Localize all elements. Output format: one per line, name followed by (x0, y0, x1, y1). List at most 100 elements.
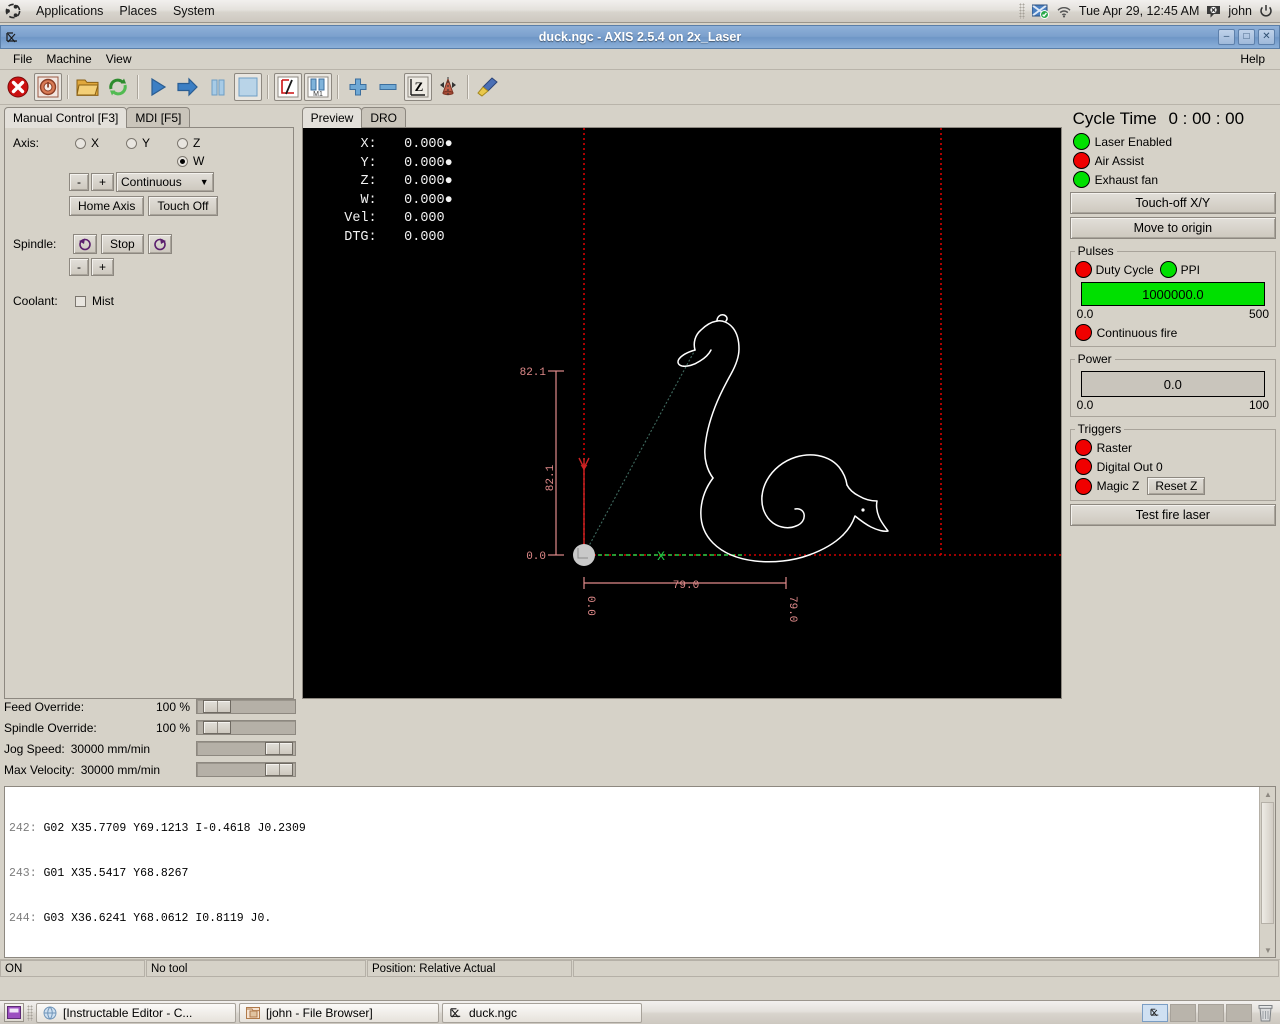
tab-preview[interactable]: Preview (301, 107, 363, 128)
feed-override-thumb[interactable] (203, 700, 231, 713)
spindle-minus-button[interactable]: - (69, 258, 89, 276)
pause-program-button[interactable] (204, 73, 232, 101)
machine-power-button[interactable] (34, 73, 62, 101)
wifi-icon[interactable] (1056, 5, 1072, 18)
gcode-line[interactable]: 242: G02 X35.7709 Y69.1213 I-0.4618 J0.2… (9, 821, 1259, 836)
spindle-stop-button[interactable]: Stop (101, 234, 144, 254)
menu-places[interactable]: Places (111, 2, 165, 20)
top-view-button[interactable]: Z (404, 73, 432, 101)
minimize-button[interactable]: – (1218, 29, 1235, 45)
open-file-button[interactable] (74, 73, 102, 101)
menu-file[interactable]: File (6, 50, 39, 68)
power-bar[interactable]: 0.0 (1080, 371, 1265, 397)
zoom-out-button[interactable] (374, 73, 402, 101)
panel-drag-handle[interactable] (1018, 3, 1025, 19)
workspace-4[interactable] (1226, 1003, 1252, 1022)
gcode-line[interactable]: 243: G01 X35.5417 Y68.8267 (9, 866, 1259, 881)
menu-system[interactable]: System (165, 2, 223, 20)
homed-icon-w: ● (444, 192, 453, 208)
task-file-browser[interactable]: [john - File Browser] (239, 1002, 439, 1023)
toggle-skip-lines-button[interactable] (274, 73, 302, 101)
radio-x-icon[interactable] (75, 137, 86, 149)
axis-radio-x[interactable]: X (75, 136, 126, 150)
menu-help[interactable]: Help (1233, 50, 1272, 68)
gcode-preview-canvas[interactable]: 82.1 0.0 82.1 Y X 79.0 0.0 79.0 X: 0.000… (301, 127, 1062, 699)
spindle-override-track[interactable] (196, 720, 296, 735)
jog-speed-thumb[interactable] (265, 742, 293, 755)
zoom-in-button[interactable] (344, 73, 372, 101)
max-velocity-track[interactable] (196, 762, 296, 777)
move-to-origin-button[interactable]: Move to origin (1069, 217, 1276, 239)
task-duck-ngc[interactable]: duck.ngc (442, 1002, 642, 1023)
taskbar-drag-handle[interactable] (27, 1004, 33, 1021)
gcode-listing[interactable]: 242: G02 X35.7709 Y69.1213 I-0.4618 J0.2… (4, 786, 1276, 958)
mist-checkbox[interactable] (75, 295, 86, 307)
window-titlebar[interactable]: duck.ngc - AXIS 2.5.4 on 2x_Laser – □ ✕ (0, 25, 1280, 49)
clock[interactable]: Tue Apr 29, 12:45 AM (1079, 4, 1199, 18)
workspace-2[interactable] (1170, 1003, 1196, 1022)
jog-plus-button[interactable]: + (91, 173, 115, 191)
spindle-ccw-button[interactable] (73, 234, 97, 254)
workspace-1[interactable] (1142, 1003, 1168, 1022)
pulses-bar[interactable]: 1000000.0 (1080, 282, 1265, 306)
user-status-icon[interactable] (1206, 4, 1221, 19)
axis-radio-y[interactable]: Y (126, 136, 177, 150)
tab-mdi[interactable]: MDI [F5] (126, 107, 191, 128)
jog-speed-track[interactable] (196, 741, 296, 756)
ppi-led-icon[interactable] (1159, 261, 1177, 278)
touch-off-xy-button[interactable]: Touch-off X/Y (1069, 192, 1276, 214)
clear-plot-button[interactable] (474, 73, 502, 101)
scroll-up-arrow-icon[interactable]: ▲ (1261, 787, 1275, 801)
spindle-cw-button[interactable] (147, 234, 172, 254)
jog-increment-select[interactable]: Continuous ▼ (116, 172, 214, 192)
status-air-assist: Air Assist (1070, 151, 1276, 170)
tab-manual-control[interactable]: Manual Control [F3] (4, 107, 128, 128)
workspace-3[interactable] (1198, 1003, 1224, 1022)
stop-program-button[interactable] (234, 73, 262, 101)
gcode-line[interactable]: 245: G02 X37.7983 Y68.2626 I1.1742 J-3.3… (9, 956, 1259, 957)
tab-dro[interactable]: DRO (361, 107, 406, 128)
keyboard-layout-icon[interactable] (1031, 3, 1049, 19)
status-extra (573, 960, 1279, 977)
task-instructable-editor[interactable]: [Instructable Editor - C... (36, 1002, 236, 1023)
menu-machine[interactable]: Machine (39, 50, 98, 68)
reset-z-button[interactable]: Reset Z (1147, 477, 1206, 495)
raster-led-icon[interactable] (1074, 439, 1092, 456)
spindle-override-thumb[interactable] (203, 721, 231, 734)
duty-cycle-led-icon[interactable] (1074, 261, 1092, 278)
radio-w-icon[interactable] (177, 155, 188, 167)
gcode-line[interactable]: 244: G03 X36.6241 Y68.0612 I0.8119 J0. (9, 911, 1259, 926)
max-velocity-thumb[interactable] (265, 763, 293, 776)
step-program-button[interactable] (174, 73, 202, 101)
reload-file-button[interactable] (104, 73, 132, 101)
gcode-scrollbar[interactable]: ▲ ▼ (1259, 787, 1275, 957)
username[interactable]: john (1228, 4, 1252, 18)
menu-view[interactable]: View (99, 50, 139, 68)
digital-out-0-led-icon[interactable] (1074, 458, 1092, 475)
axis-radio-z[interactable]: Z (177, 136, 228, 150)
magic-z-led-icon[interactable] (1074, 477, 1092, 495)
gcode-text[interactable]: 242: G02 X35.7709 Y69.1213 I-0.4618 J0.2… (5, 787, 1259, 957)
feed-override-track[interactable] (196, 699, 296, 714)
optional-stop-button[interactable]: M1 (304, 73, 332, 101)
trash-icon[interactable] (1254, 1003, 1276, 1023)
spindle-plus-button[interactable]: + (91, 258, 115, 276)
gcode-scroll-thumb[interactable] (1261, 802, 1274, 924)
test-fire-laser-button[interactable]: Test fire laser (1069, 504, 1276, 526)
continuous-fire-led-icon[interactable] (1074, 324, 1092, 341)
estop-button[interactable] (4, 73, 32, 101)
jog-minus-button[interactable]: - (69, 173, 89, 191)
power-icon[interactable] (1259, 4, 1273, 18)
maximize-button[interactable]: □ (1238, 29, 1255, 45)
touch-off-button[interactable]: Touch Off (148, 196, 218, 216)
radio-y-icon[interactable] (126, 137, 137, 149)
menu-applications[interactable]: Applications (28, 2, 111, 20)
scroll-down-arrow-icon[interactable]: ▼ (1261, 943, 1275, 957)
home-axis-button[interactable]: Home Axis (69, 196, 145, 216)
close-button[interactable]: ✕ (1258, 29, 1275, 45)
radio-z-icon[interactable] (177, 137, 188, 149)
rotate-view-button[interactable] (434, 73, 462, 101)
show-desktop-button[interactable] (4, 1003, 24, 1022)
axis-radio-w[interactable]: W (177, 154, 204, 168)
run-program-button[interactable] (144, 73, 172, 101)
